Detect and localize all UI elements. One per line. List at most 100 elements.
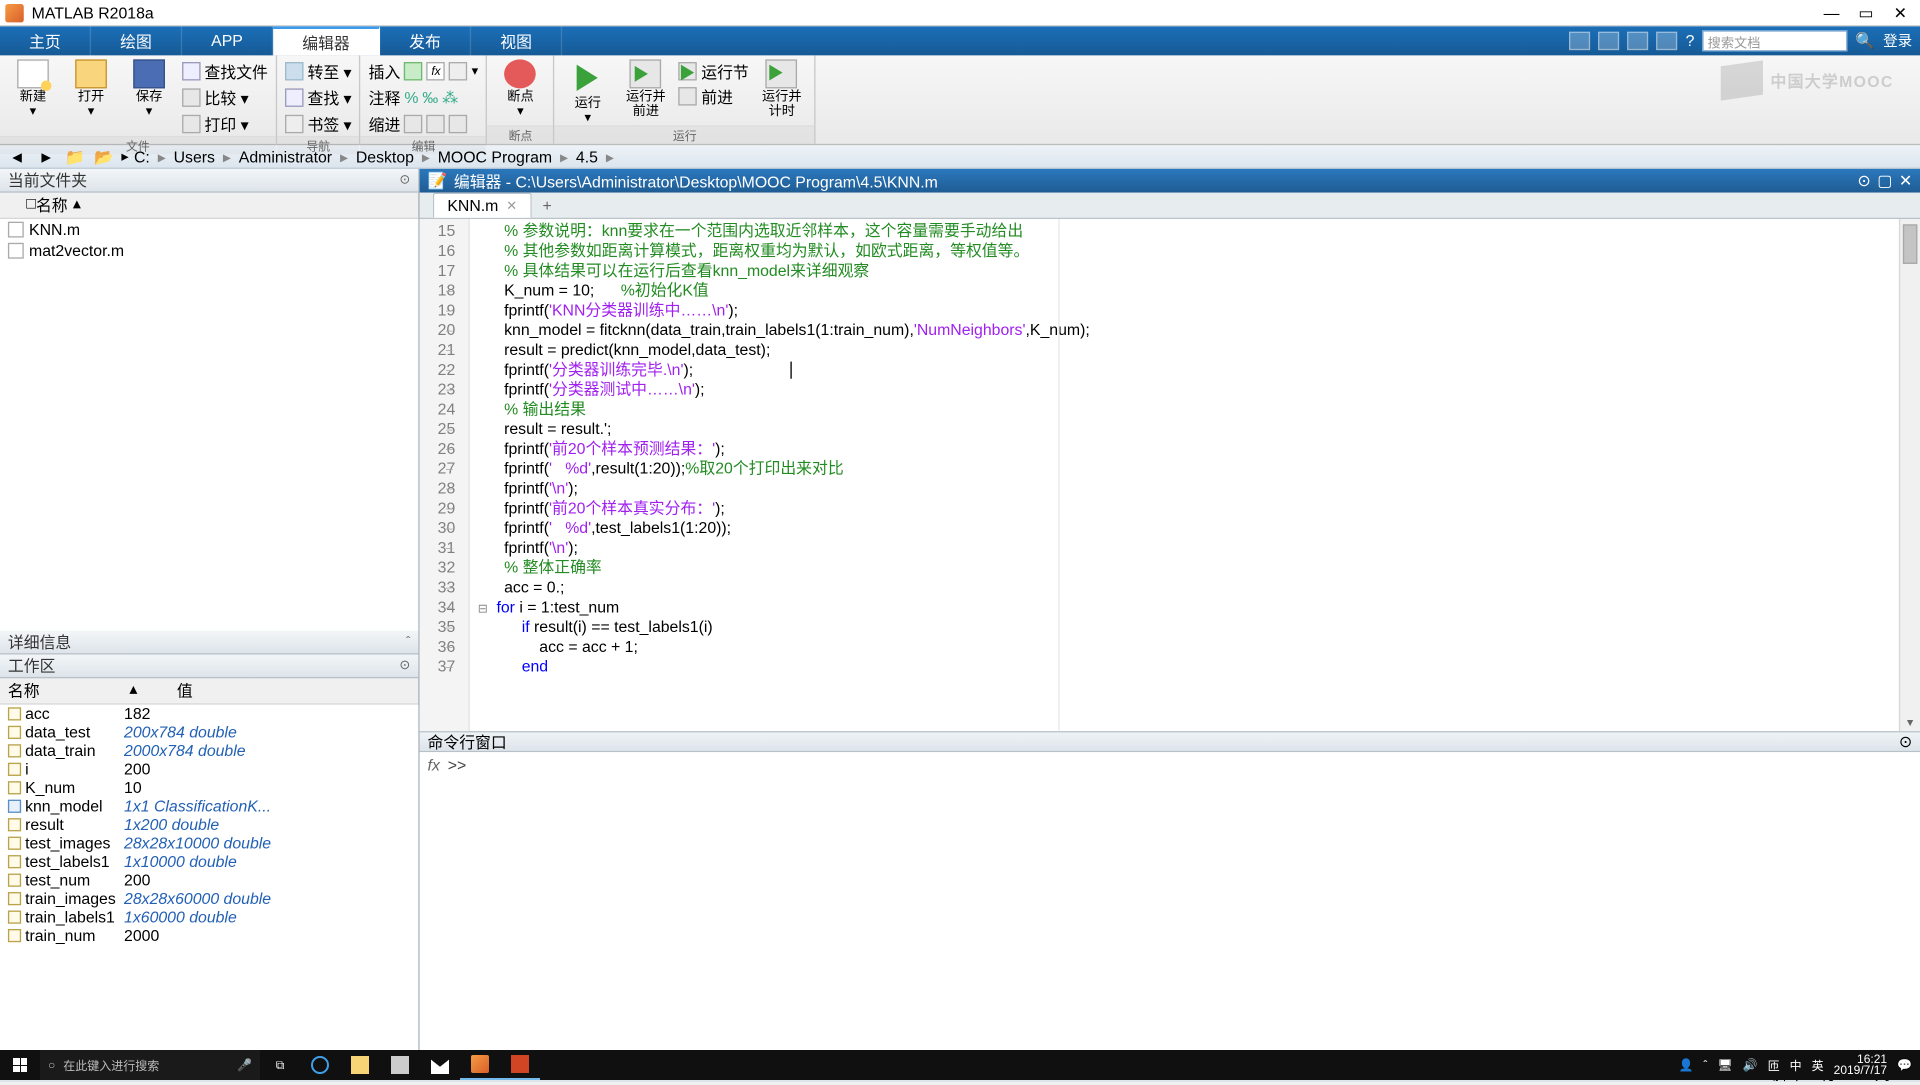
edge-icon[interactable] xyxy=(300,1050,340,1080)
group-label: 编辑 xyxy=(361,136,486,154)
ribbon-tab-3[interactable]: 编辑器 xyxy=(273,26,380,55)
workspace-variable[interactable]: data_train2000x784 double xyxy=(0,742,418,760)
close-button[interactable]: ✕ xyxy=(1891,3,1909,21)
advance-button[interactable]: 前进 xyxy=(679,84,749,108)
var-icon xyxy=(8,800,21,813)
toolbar-icon[interactable] xyxy=(1657,32,1678,50)
command-window[interactable]: fx>> xyxy=(420,752,1920,1063)
open-button[interactable]: 打开▾ xyxy=(66,59,116,118)
ime-lang-icon[interactable]: 中 xyxy=(1790,1057,1802,1074)
volume-icon[interactable]: 🔊 xyxy=(1743,1058,1758,1072)
indent-button[interactable]: 缩进 xyxy=(369,112,479,136)
save-button[interactable]: 保存▾ xyxy=(124,59,174,118)
windows-taskbar: ○在此键入进行搜索🎤 ⧉ 👤 ˆ 🖥 🔊 匝 中 英 16:212019/7/1… xyxy=(0,1050,1920,1080)
find-button[interactable]: 查找 ▾ xyxy=(285,86,351,110)
breakpoint-button[interactable]: 断点▾ xyxy=(495,59,545,118)
expand-icon[interactable]: ˆ xyxy=(406,635,410,650)
ribbon-tab-2[interactable]: APP xyxy=(182,26,273,55)
name-column-header[interactable]: □ 名称▴ xyxy=(0,193,418,219)
notifications-icon[interactable]: 💬 xyxy=(1897,1058,1912,1072)
editor-tab[interactable]: KNN.m✕ xyxy=(433,193,532,218)
code-editor[interactable]: 15161718–19–20–21–22–23–2425–26–27–28–29… xyxy=(420,219,1920,731)
ime-mode-icon[interactable]: 英 xyxy=(1812,1057,1824,1074)
network-icon[interactable]: 🖥 xyxy=(1717,1058,1732,1072)
workspace-variable[interactable]: test_images28x28x10000 double xyxy=(0,834,418,852)
workspace-variable[interactable]: result1x200 double xyxy=(0,816,418,834)
toolbar-icon[interactable] xyxy=(1599,32,1620,50)
ribbon-tab-1[interactable]: 绘图 xyxy=(91,26,182,55)
ribbon-tab-5[interactable]: 视图 xyxy=(471,26,562,55)
tray-expand-icon[interactable]: ˆ xyxy=(1703,1058,1707,1072)
file-item[interactable]: mat2vector.m xyxy=(0,240,418,261)
window-titlebar: MATLAB R2018a — ▭ ✕ xyxy=(0,0,1920,26)
editor-tabstrip: KNN.m✕ + xyxy=(420,193,1920,219)
search-icon[interactable]: 🔍 xyxy=(1855,32,1875,50)
file-list: KNN.mmat2vector.m xyxy=(0,219,418,631)
run-button[interactable]: 运行▾ xyxy=(563,59,613,125)
toolbar-icon[interactable] xyxy=(1628,32,1649,50)
ribbon-tab-4[interactable]: 发布 xyxy=(380,26,471,55)
var-icon xyxy=(8,929,21,942)
workspace-variable[interactable]: knn_model1x1 ClassificationK... xyxy=(0,797,418,815)
findfiles-button[interactable]: 查找文件 xyxy=(182,59,268,83)
workspace-variable[interactable]: acc182 xyxy=(0,705,418,723)
mail-icon[interactable] xyxy=(420,1050,460,1080)
maximize-panel-icon[interactable]: ▢ xyxy=(1877,172,1892,190)
workspace-variable[interactable]: K_num10 xyxy=(0,779,418,797)
fx-icon: fx xyxy=(428,756,440,774)
mooc-watermark: 中国大学MOOC xyxy=(1720,63,1893,97)
matlab-taskbar-icon[interactable] xyxy=(460,1050,500,1080)
minimize-button[interactable]: — xyxy=(1822,3,1840,21)
login-link[interactable]: 登录 xyxy=(1883,30,1912,51)
workspace-variable[interactable]: train_num2000 xyxy=(0,926,418,944)
panel-menu-icon[interactable]: ⊙ xyxy=(399,658,410,673)
vertical-scrollbar[interactable]: ▲ ▼ xyxy=(1899,219,1920,731)
ribbon-tab-0[interactable]: 主页 xyxy=(0,26,91,55)
var-icon xyxy=(8,763,21,776)
run-time-button[interactable]: 运行并 计时 xyxy=(757,59,807,118)
workspace-variable[interactable]: test_num200 xyxy=(0,871,418,889)
workspace-variable[interactable]: train_labels11x60000 double xyxy=(0,908,418,926)
panel-menu-icon[interactable]: ⊙ xyxy=(399,173,410,188)
new-button[interactable]: 新建▾ xyxy=(8,59,58,118)
toolbar-icon[interactable] xyxy=(1569,32,1590,50)
compare-button[interactable]: 比较 ▾ xyxy=(182,86,268,110)
workspace-variable[interactable]: train_images28x28x60000 double xyxy=(0,889,418,907)
group-label: 导航 xyxy=(277,136,359,154)
workspace-variable[interactable]: test_labels11x10000 double xyxy=(0,852,418,870)
fx-icon: fx xyxy=(427,62,445,80)
scroll-down-icon[interactable]: ▼ xyxy=(1900,713,1920,731)
store-icon[interactable] xyxy=(380,1050,420,1080)
ime-icon[interactable]: 匝 xyxy=(1768,1057,1780,1074)
goto-button[interactable]: 转至 ▾ xyxy=(285,59,351,83)
powerpoint-icon[interactable] xyxy=(500,1050,540,1080)
close-tab-icon[interactable]: ✕ xyxy=(506,199,517,214)
taskbar-search[interactable]: ○在此键入进行搜索🎤 xyxy=(40,1050,260,1080)
workspace-header: 工作区⊙ xyxy=(0,655,418,679)
workspace-variable[interactable]: data_test200x784 double xyxy=(0,723,418,741)
file-item[interactable]: KNN.m xyxy=(0,219,418,240)
taskbar-clock[interactable]: 16:212019/7/17 xyxy=(1834,1054,1887,1076)
close-panel-icon[interactable]: ✕ xyxy=(1899,172,1912,190)
people-icon[interactable]: 👤 xyxy=(1678,1058,1693,1072)
mic-icon[interactable]: 🎤 xyxy=(237,1058,252,1072)
bookmark-button[interactable]: 书签 ▾ xyxy=(285,112,351,136)
workspace-list: acc182data_test200x784 doubledata_train2… xyxy=(0,705,418,1064)
panel-menu-icon[interactable]: ⊙ xyxy=(1899,732,1912,750)
run-section-button[interactable]: 运行节 xyxy=(679,59,749,83)
doc-search-input[interactable]: 搜索文档 xyxy=(1702,30,1847,51)
insert-button[interactable]: 插入 fx ▾ xyxy=(369,59,479,83)
workspace-variable[interactable]: i200 xyxy=(0,760,418,778)
task-view-button[interactable]: ⧉ xyxy=(260,1050,300,1080)
path-segment[interactable]: 4.5 xyxy=(571,147,604,165)
comment-button[interactable]: 注释 % ‰ ⁂ xyxy=(369,86,479,110)
explorer-icon[interactable] xyxy=(340,1050,380,1080)
print-button[interactable]: 打印 ▾ xyxy=(182,112,268,136)
new-tab-button[interactable]: + xyxy=(532,194,562,218)
workspace-columns[interactable]: 名称▴值 xyxy=(0,678,418,704)
maximize-button[interactable]: ▭ xyxy=(1857,3,1875,21)
scroll-thumb[interactable] xyxy=(1903,224,1918,264)
dock-icon[interactable]: ⊙ xyxy=(1857,172,1870,190)
run-advance-button[interactable]: 运行并 前进 xyxy=(621,59,671,118)
start-button[interactable] xyxy=(0,1050,40,1080)
